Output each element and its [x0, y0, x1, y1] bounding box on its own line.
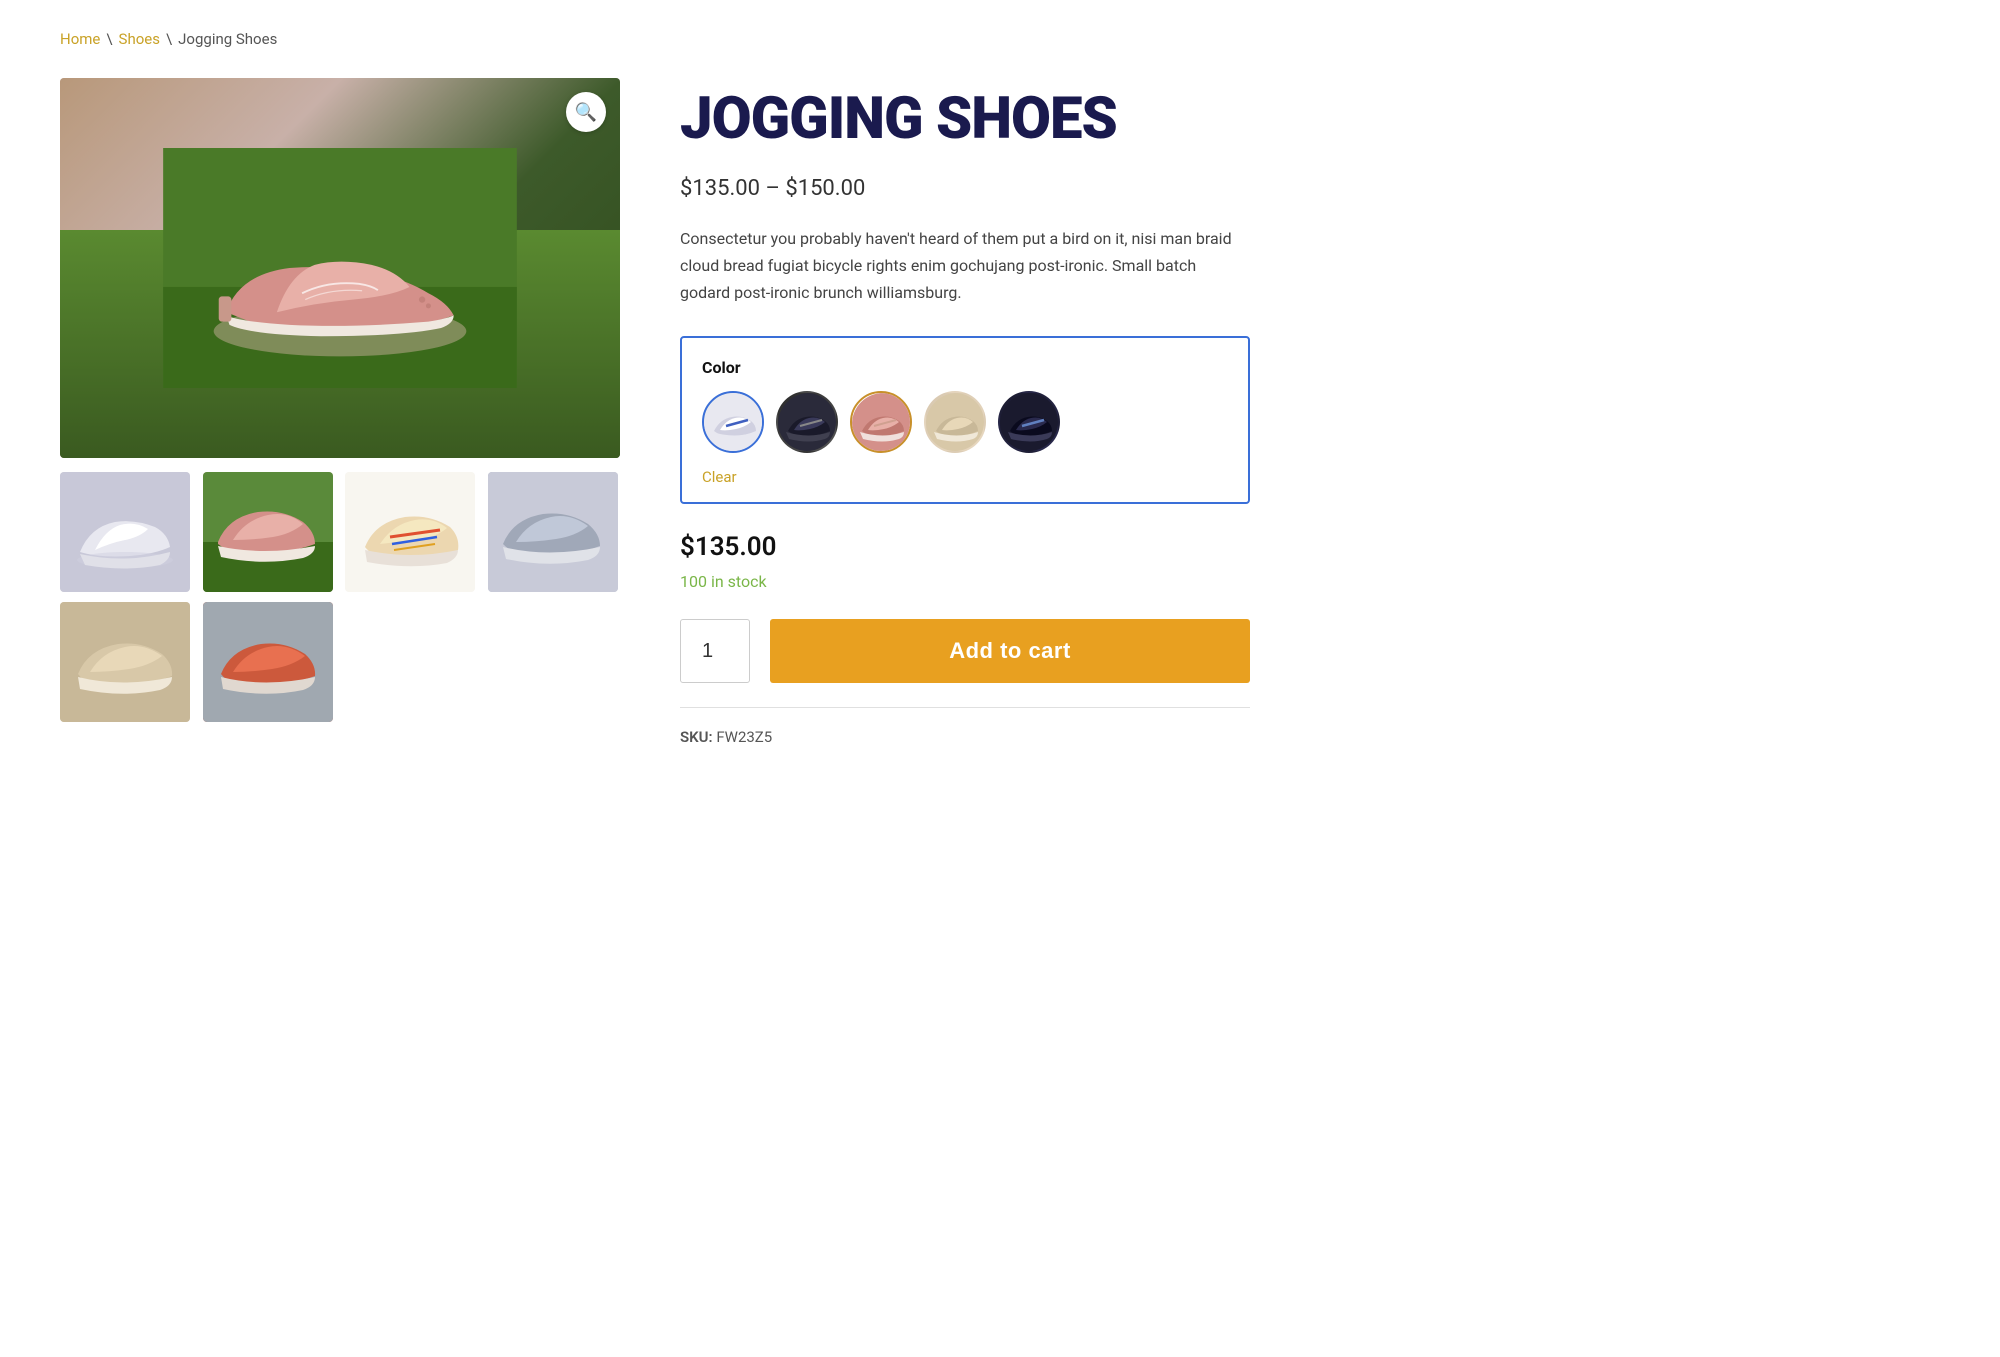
color-selector-box: Color: [680, 336, 1250, 504]
product-info: JOGGING SHOES $135.00 – $150.00 Consecte…: [680, 78, 1940, 746]
zoom-icon: 🔍: [575, 102, 597, 123]
swatch-navy-img: [1000, 393, 1060, 453]
thumbnail-4[interactable]: [488, 472, 618, 592]
zoom-button[interactable]: 🔍: [566, 92, 606, 132]
add-to-cart-button[interactable]: Add to cart: [770, 619, 1250, 683]
breadcrumb-sep2: \: [166, 30, 172, 48]
add-to-cart-row: Add to cart: [680, 619, 1250, 683]
main-product-image: 🔍: [60, 78, 620, 458]
swatch-navy[interactable]: [998, 391, 1060, 453]
thumb-4-svg: [488, 472, 618, 592]
color-clear-link[interactable]: Clear: [702, 468, 737, 486]
breadcrumb-current: Jogging Shoes: [178, 30, 277, 48]
swatch-dark[interactable]: [776, 391, 838, 453]
thumbnail-1[interactable]: [60, 472, 190, 592]
thumbnail-5[interactable]: [60, 602, 190, 722]
swatch-white[interactable]: [702, 391, 764, 453]
swatch-pink-img: [852, 393, 912, 453]
thumbnail-6[interactable]: [203, 602, 333, 722]
breadcrumb-shoes[interactable]: Shoes: [119, 30, 160, 48]
thumbnail-3[interactable]: [345, 472, 475, 592]
thumb-5-svg: [60, 602, 190, 722]
thumb-2-svg: [203, 472, 333, 592]
swatch-beige[interactable]: [924, 391, 986, 453]
breadcrumb: Home \ Shoes \ Jogging Shoes: [60, 30, 1940, 48]
swatch-pink[interactable]: [850, 391, 912, 453]
product-divider: [680, 707, 1250, 708]
main-shoe-svg: [130, 148, 550, 388]
price-range: $135.00 – $150.00: [680, 176, 1940, 201]
color-swatches: [702, 391, 1228, 453]
product-layout: 🔍: [60, 78, 1940, 746]
thumb-1-svg: [60, 472, 190, 592]
stock-status: 100 in stock: [680, 572, 1940, 591]
current-price: $135.00: [680, 532, 1940, 562]
quantity-input[interactable]: [680, 619, 750, 683]
product-description: Consectetur you probably haven't heard o…: [680, 225, 1250, 307]
color-selector-label: Color: [702, 358, 1228, 377]
thumbnail-2[interactable]: [203, 472, 333, 592]
swatch-dark-img: [778, 393, 838, 453]
swatch-white-img: [704, 393, 764, 453]
breadcrumb-sep1: \: [106, 30, 112, 48]
sku-label: SKU:: [680, 728, 713, 746]
product-title: JOGGING SHOES: [680, 88, 1940, 152]
product-gallery: 🔍: [60, 78, 620, 722]
thumb-6-svg: [203, 602, 333, 722]
swatch-beige-img: [926, 393, 986, 453]
thumb-3-svg: [345, 472, 475, 592]
sku-value: FW23Z5: [716, 728, 772, 746]
sku-row: SKU: FW23Z5: [680, 728, 1940, 746]
thumbnail-grid: [60, 472, 620, 722]
breadcrumb-home[interactable]: Home: [60, 30, 100, 48]
